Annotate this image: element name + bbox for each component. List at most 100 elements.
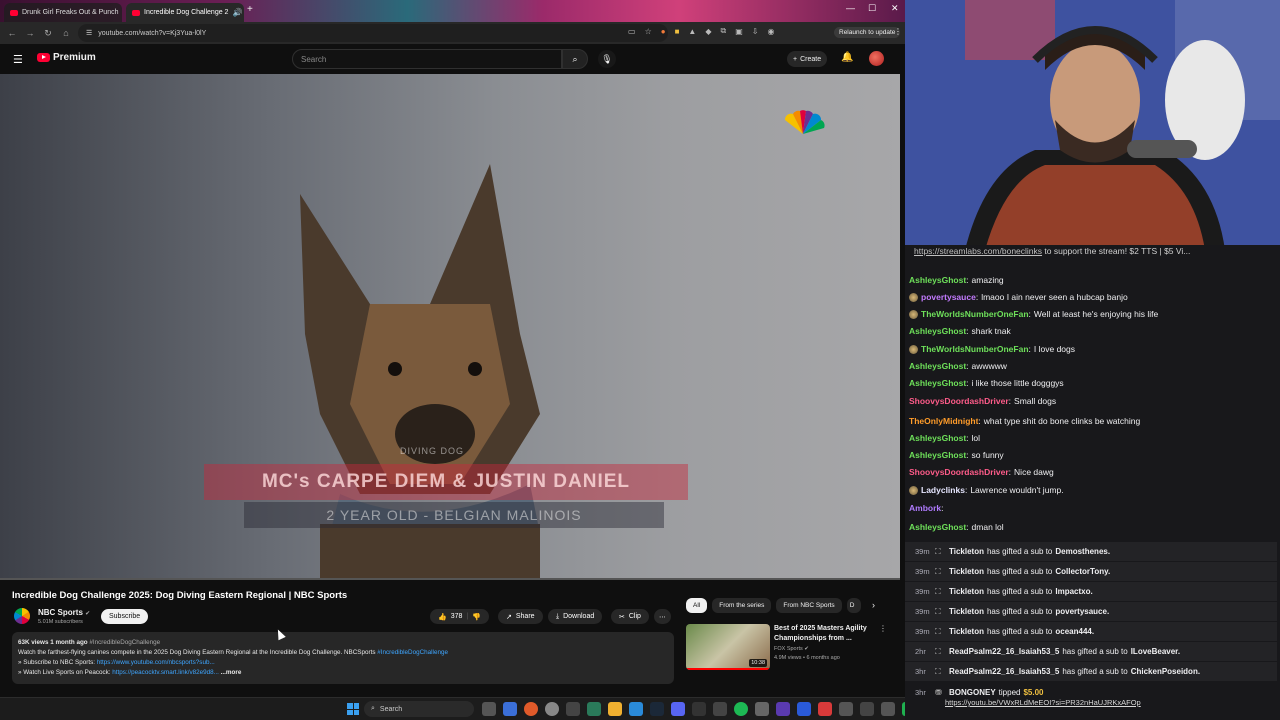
more-actions-button[interactable]: ⋯ [654, 609, 671, 624]
app-icon[interactable] [545, 702, 559, 716]
chat-username[interactable]: AshleysGhost [909, 433, 966, 443]
cast-icon[interactable]: ▭ [628, 27, 636, 36]
streamlabs-link[interactable]: https://streamlabs.com/boneclinks [914, 246, 1042, 256]
sidebar-icon[interactable]: ▣ [735, 27, 743, 36]
subscribe-button[interactable]: Subscribe [101, 609, 149, 624]
spotify-icon[interactable] [734, 702, 748, 716]
gift-recipient[interactable]: Demosthenes. [1055, 547, 1110, 556]
gift-recipient[interactable]: ILoveBeaver. [1131, 647, 1180, 656]
gifter-name[interactable]: Tickleton [949, 607, 984, 616]
meta-hashtag[interactable]: #IncredibleDogChallenge [89, 639, 160, 646]
chat-username[interactable]: ShoovysDoordashDriver [909, 396, 1009, 406]
taskbar-search[interactable]: ⌕ Search [364, 701, 474, 717]
chip-from-nbc-sports[interactable]: From NBC Sports [776, 598, 842, 613]
show-more-link[interactable]: ...more [221, 669, 242, 676]
home-icon[interactable]: ⌂ [57, 28, 75, 38]
chat-username[interactable]: AshleysGhost [909, 450, 966, 460]
extension-icon[interactable]: ◆ [705, 27, 711, 36]
app-icon[interactable] [881, 702, 895, 716]
gifter-name[interactable]: Tickleton [949, 567, 984, 576]
app-icon[interactable] [776, 702, 790, 716]
tip-user[interactable]: BONGONEY [949, 688, 996, 697]
folder-icon[interactable] [608, 702, 622, 716]
menu-icon[interactable]: ☰ [13, 53, 23, 66]
extensions-puzzle-icon[interactable]: ⧉ [721, 26, 727, 36]
video-player[interactable]: DIVING DOG MC's CARPE DIEM & JUSTIN DANI… [0, 74, 900, 580]
tab-incredible-dog[interactable]: Incredible Dog Challenge 2 🔊 ✕ [126, 3, 244, 22]
site-info-icon[interactable]: ☰ [86, 29, 92, 37]
windows-start-icon[interactable] [347, 703, 359, 715]
thumbs-down-icon[interactable]: 👎 [472, 613, 481, 621]
app-icon[interactable] [566, 702, 580, 716]
clip-button[interactable]: ✂ Clip [611, 609, 649, 624]
recommended-more-icon[interactable]: ⋮ [879, 624, 887, 633]
recommended-channel[interactable]: FOX Sports ✔ [774, 646, 809, 652]
chip-partial[interactable]: D [846, 598, 861, 613]
steam-icon[interactable] [650, 702, 664, 716]
channel-name[interactable]: NBC Sports ✔ [38, 608, 90, 617]
gifter-name[interactable]: Tickleton [949, 587, 984, 596]
chat-username[interactable]: TheWorldsNumberOneFan [921, 309, 1029, 319]
chat-username[interactable]: AshleysGhost [909, 275, 966, 285]
app-icon[interactable] [755, 702, 769, 716]
minimize-icon[interactable]: — [846, 3, 855, 13]
app-icon[interactable] [713, 702, 727, 716]
gifter-name[interactable]: Tickleton [949, 547, 984, 556]
chip-all[interactable]: All [686, 598, 708, 613]
gift-recipient[interactable]: Impactxo. [1055, 587, 1092, 596]
video-progress-bar[interactable] [0, 578, 900, 580]
notifications-bell-icon[interactable]: 🔔 [841, 52, 853, 63]
share-button[interactable]: ↗ Share [498, 609, 543, 624]
close-window-icon[interactable]: ✕ [891, 3, 899, 14]
maximize-icon[interactable]: ☐ [868, 3, 876, 14]
app-icon[interactable] [629, 702, 643, 716]
recommended-thumbnail[interactable]: 10:38 [686, 624, 770, 670]
subscribe-link[interactable]: https://www.youtube.com/nbcsports?sub... [97, 659, 215, 666]
description-hashtag[interactable]: #IncredibleDogChallenge [377, 649, 448, 656]
extension-icon[interactable]: ▲ [688, 27, 696, 36]
star-icon[interactable]: ☆ [645, 27, 652, 36]
chevron-right-icon[interactable]: › [872, 600, 875, 610]
address-bar[interactable]: ☰ youtube.com/watch?v=Kj3Yua-l0lY [78, 24, 668, 42]
audio-icon[interactable]: 🔊 [232, 8, 242, 17]
app-icon[interactable] [692, 702, 706, 716]
like-dislike-button[interactable]: 👍 378 | 👎 [430, 609, 489, 624]
peacock-link[interactable]: https://peacocktv.smart.link/v82e9d8... [112, 669, 219, 676]
gifter-name[interactable]: ReadPsalm22_16_Isaiah53_5 [949, 667, 1059, 676]
app-icon[interactable] [839, 702, 853, 716]
download-icon[interactable]: ⇩ [752, 27, 759, 36]
relaunch-button[interactable]: Relaunch to update [834, 27, 901, 38]
forward-icon[interactable]: → [21, 28, 39, 38]
gift-recipient[interactable]: ChickenPoseidon. [1131, 667, 1200, 676]
gift-recipient[interactable]: povertysauce. [1055, 607, 1109, 616]
extension-icon[interactable]: ● [661, 27, 666, 36]
chat-username[interactable]: AshleysGhost [909, 361, 966, 371]
create-button[interactable]: + Create [787, 51, 828, 67]
chat-username[interactable]: Ambork [909, 503, 941, 513]
browser-menu-icon[interactable]: ⋮ [894, 27, 902, 36]
chat-username[interactable]: TheWorldsNumberOneFan [921, 344, 1029, 354]
profile-icon[interactable]: ◉ [767, 27, 774, 36]
reload-icon[interactable]: ↻ [39, 28, 57, 39]
app-icon[interactable] [797, 702, 811, 716]
tip-link[interactable]: https://youtu.be/VWxRLdMeEOI?si=PR32nHaU… [945, 698, 1141, 707]
chat-username[interactable]: povertysauce [921, 292, 976, 302]
task-view-icon[interactable] [482, 702, 496, 716]
extension-icon[interactable]: ■ [675, 27, 680, 36]
app-icon[interactable] [818, 702, 832, 716]
chat-username[interactable]: AshleysGhost [909, 378, 966, 388]
chat-username[interactable]: TheOnlyMidnight [909, 416, 978, 426]
gift-recipient[interactable]: ocean444. [1055, 627, 1094, 636]
account-avatar[interactable] [869, 51, 884, 66]
app-icon[interactable] [587, 702, 601, 716]
chat-username[interactable]: AshleysGhost [909, 522, 966, 532]
gifter-name[interactable]: Tickleton [949, 627, 984, 636]
app-icon[interactable] [860, 702, 874, 716]
description-box[interactable]: 63K views 1 month ago #IncredibleDogChal… [12, 632, 674, 684]
new-tab-icon[interactable]: + [247, 4, 253, 15]
chat-username[interactable]: AshleysGhost [909, 326, 966, 336]
gifter-name[interactable]: ReadPsalm22_16_Isaiah53_5 [949, 647, 1059, 656]
tab-drunk-girl[interactable]: Drunk Girl Freaks Out & Punch ✕ [4, 3, 122, 22]
youtube-logo[interactable]: Premium [37, 52, 96, 63]
chip-from-series[interactable]: From the series [712, 598, 772, 613]
